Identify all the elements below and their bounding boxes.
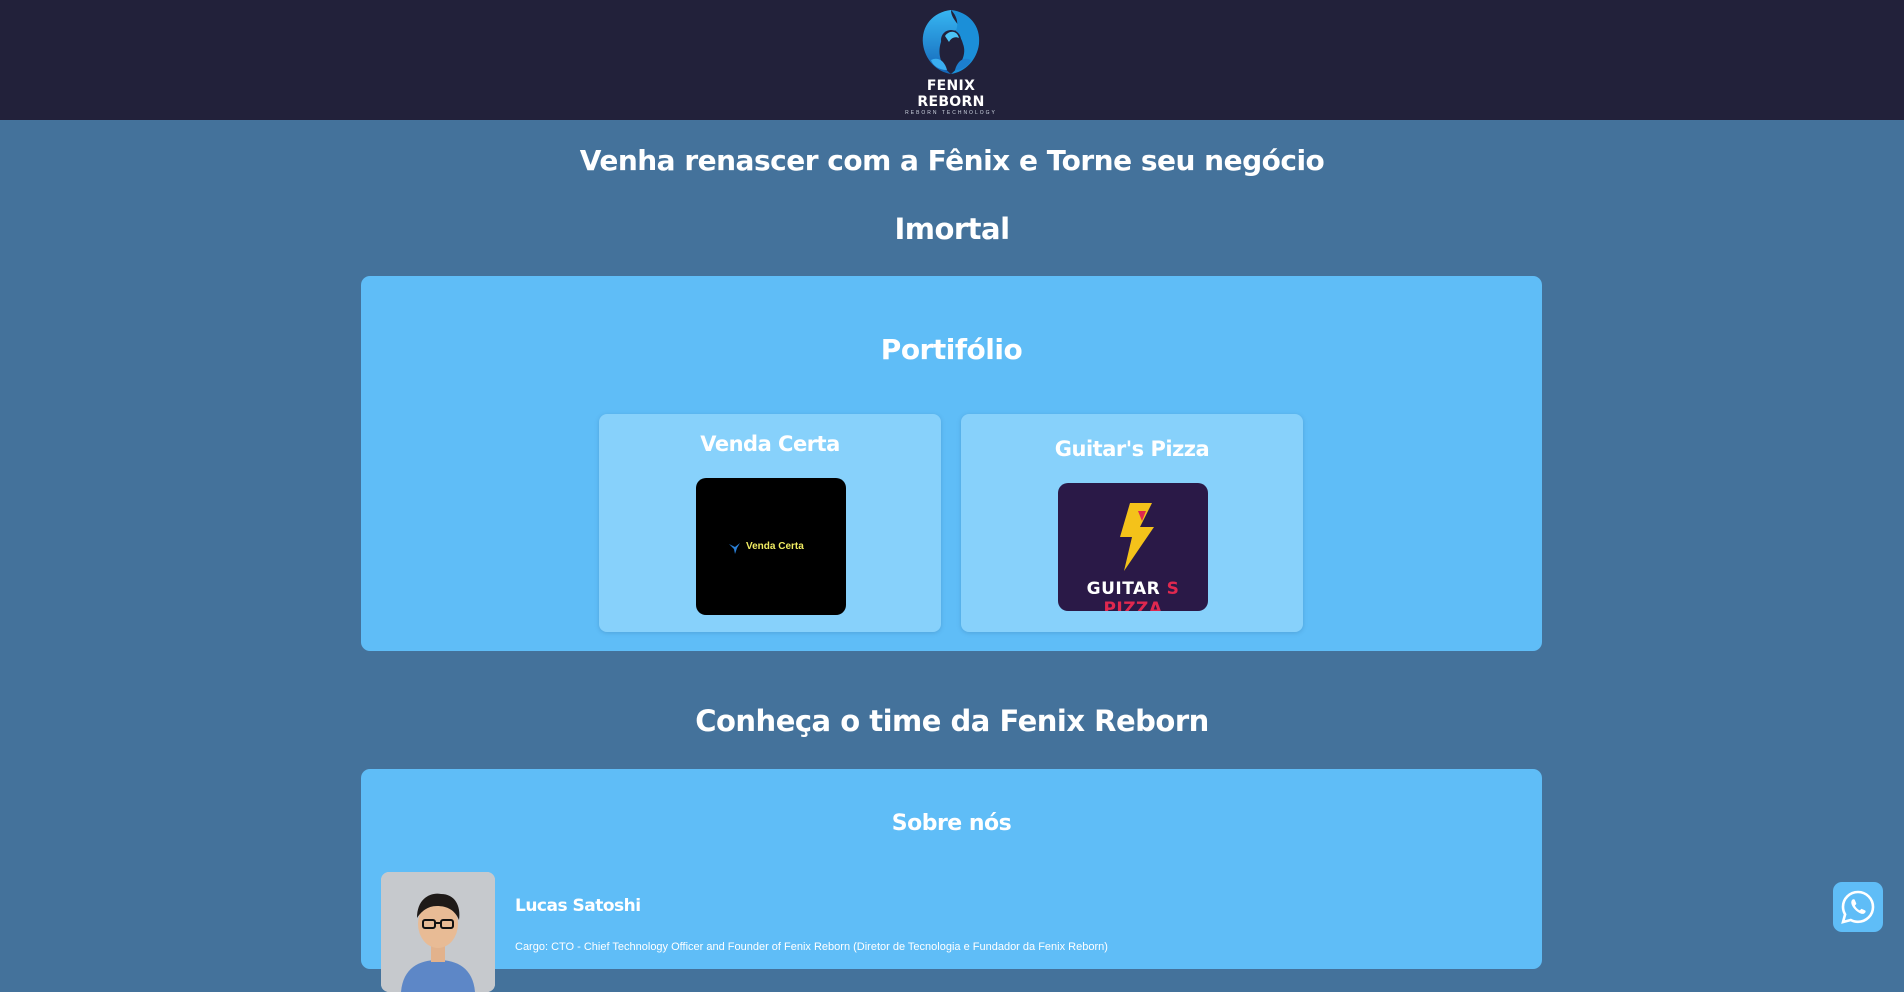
guitars-pizza-image-text: GUITAR S PIZZA <box>1058 579 1208 611</box>
team-heading: Conheça o time da Fenix Reborn <box>695 704 1209 738</box>
team-member-photo <box>381 872 495 992</box>
portfolio-card-title: Guitar's Pizza <box>1054 437 1210 461</box>
lightning-bolt-icon <box>1120 503 1154 571</box>
portfolio-section: Portifólio Venda Certa Venda Certa Guita… <box>361 276 1542 651</box>
about-title: Sobre nós <box>891 811 1012 836</box>
team-member-name: Lucas Satoshi <box>515 896 641 916</box>
hero-headline: Venha renascer com a Fênix e Torne seu n… <box>579 144 1325 177</box>
guitars-pizza-text-part: PIZZA <box>1103 599 1163 611</box>
whatsapp-button[interactable] <box>1833 882 1883 932</box>
guitars-pizza-text-part: S <box>1166 579 1180 599</box>
team-member-role: Cargo: CTO - Chief Technology Officer an… <box>515 941 1108 953</box>
hummingbird-icon <box>729 543 740 554</box>
whatsapp-icon <box>1841 890 1875 924</box>
venda-certa-logo-image[interactable]: Venda Certa <box>696 478 846 615</box>
phoenix-icon <box>922 10 980 74</box>
logo-subtext: REBORN TECHNOLOGY <box>905 110 997 116</box>
portfolio-card-title: Venda Certa <box>700 432 840 456</box>
guitars-pizza-text-part: GUITAR <box>1086 579 1161 599</box>
about-section: Sobre nós Lucas Satoshi Cargo: CTO - Chi… <box>361 769 1542 992</box>
avatar <box>381 872 495 992</box>
venda-certa-image-text: Venda Certa <box>746 541 804 552</box>
portfolio-title: Portifólio <box>880 333 1023 366</box>
top-header: FENIX REBORN REBORN TECHNOLOGY <box>0 0 1904 120</box>
portfolio-card-venda-certa[interactable]: Venda Certa Venda Certa <box>599 414 941 632</box>
guitars-pizza-logo-image[interactable]: GUITAR S PIZZA <box>1058 483 1208 611</box>
fenix-reborn-logo[interactable]: FENIX REBORN REBORN TECHNOLOGY <box>895 6 1007 116</box>
logo-text: FENIX REBORN <box>917 78 985 110</box>
hero-subheadline: Imortal <box>894 212 1010 246</box>
portfolio-card-guitars-pizza[interactable]: Guitar's Pizza GUITAR S PIZZA <box>961 414 1303 632</box>
